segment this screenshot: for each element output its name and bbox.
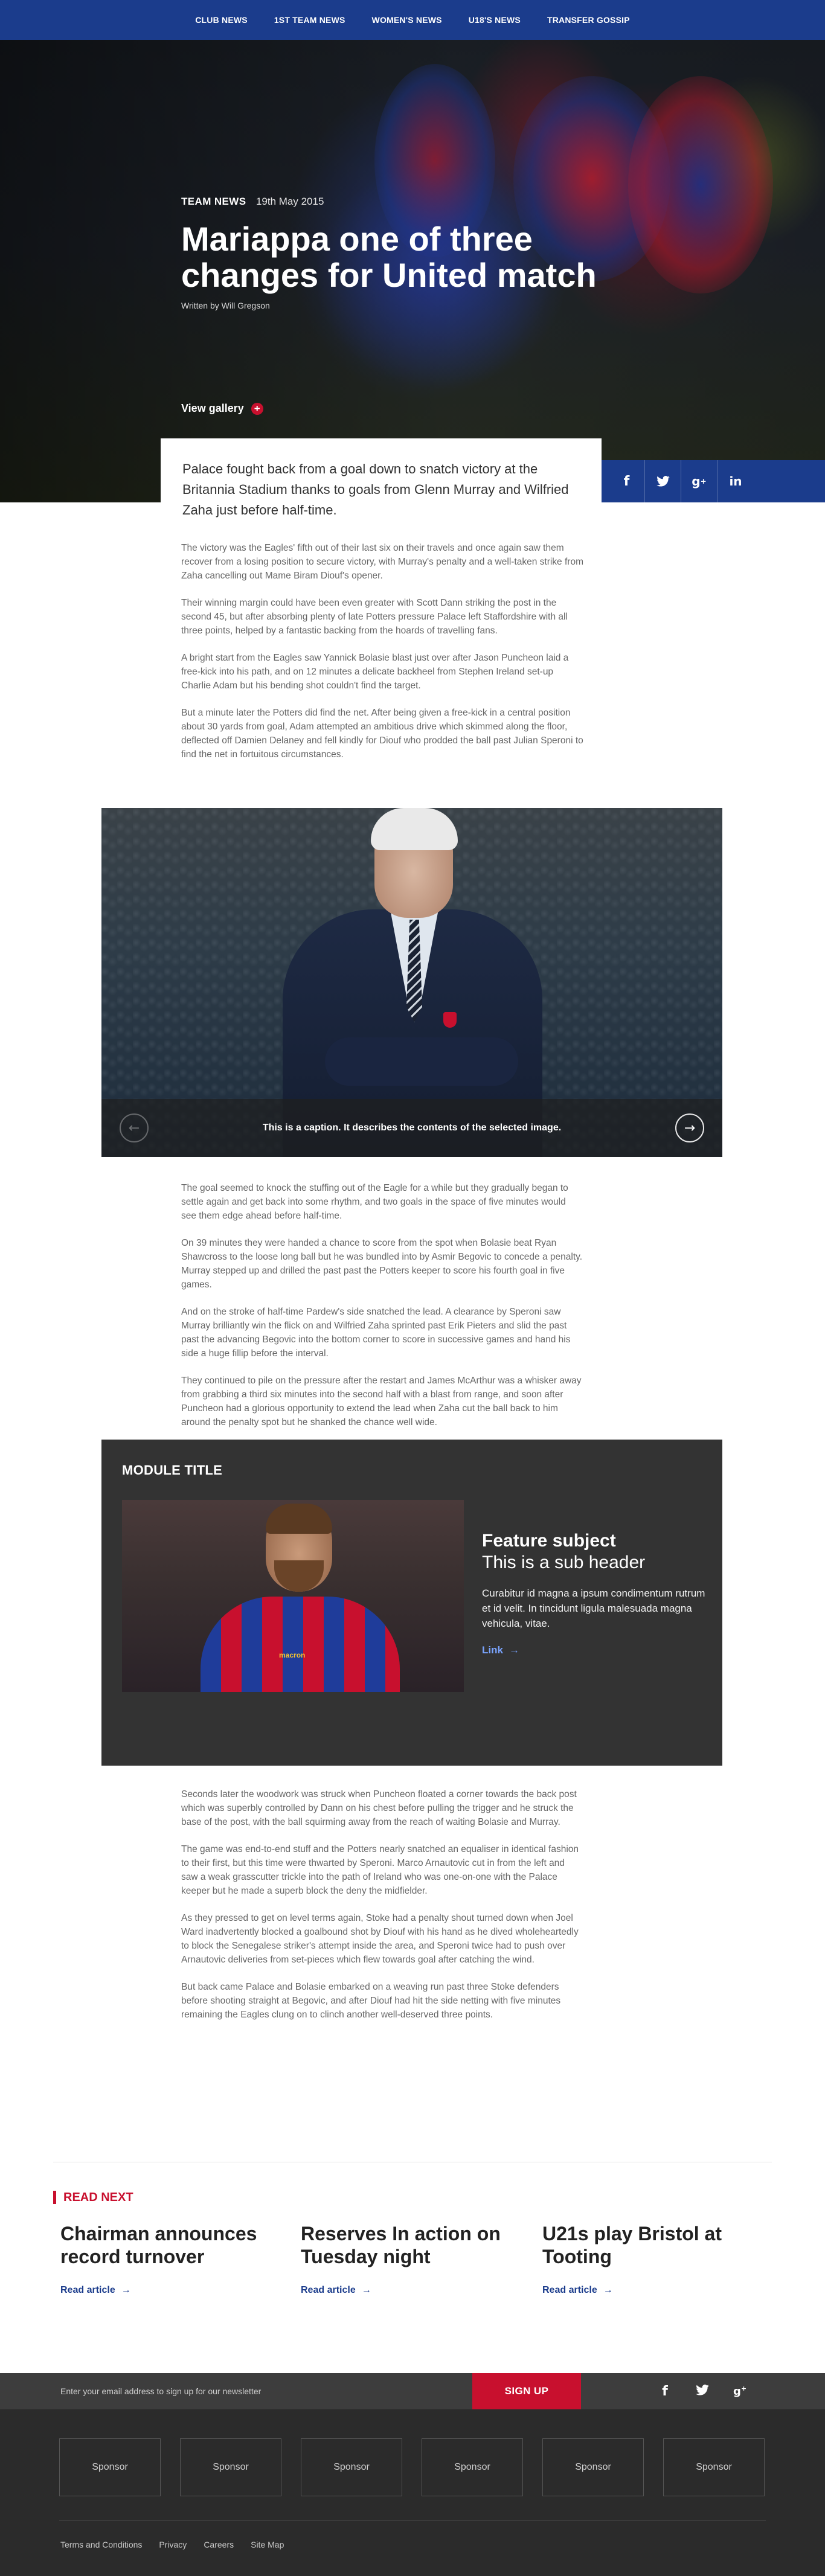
hero-banner: TEAM NEWS 19th May 2015 Mariappa one of …: [0, 40, 825, 502]
read-article-label: Read article: [301, 2285, 356, 2295]
module-title: MODULE TITLE: [122, 1463, 223, 1478]
newsletter-bar: SIGN UP f g+: [0, 2373, 825, 2409]
nav-item-u18s-news[interactable]: U18'S NEWS: [455, 15, 534, 25]
read-next-heading: READ NEXT: [53, 2191, 133, 2204]
read-article-link[interactable]: Read article →: [301, 2285, 518, 2296]
google-plus-icon[interactable]: g+: [721, 2385, 759, 2398]
hero-date: 19th May 2015: [255, 196, 324, 207]
read-next-title[interactable]: Reserves In action on Tuesday night: [301, 2222, 518, 2268]
manager-hair: [371, 808, 458, 850]
twitter-icon[interactable]: [684, 2384, 721, 2399]
arrow-right-icon: →: [121, 2285, 131, 2295]
sign-up-button[interactable]: SIGN UP: [472, 2373, 581, 2409]
read-next-title[interactable]: U21s play Bristol at Tooting: [542, 2222, 760, 2268]
body-paragraph: As they pressed to get on level terms ag…: [181, 1913, 579, 1965]
body-paragraph: A bright start from the Eagles saw Yanni…: [181, 653, 569, 691]
read-next-card: Reserves In action on Tuesday night Read…: [301, 2222, 518, 2296]
arrow-right-icon: →: [361, 2285, 371, 2295]
footer-link-privacy[interactable]: Privacy: [159, 2540, 187, 2549]
feature-link-label: Link: [482, 1644, 503, 1656]
arrow-left-icon[interactable]: ←: [120, 1113, 149, 1142]
view-gallery-button[interactable]: View gallery +: [181, 402, 263, 415]
sponsor-logo[interactable]: Sponsor: [663, 2438, 765, 2496]
arrow-right-icon: →: [509, 1644, 519, 1656]
article-body-b: The goal seemed to knock the stuffing ou…: [181, 1181, 583, 1443]
read-article-link[interactable]: Read article →: [60, 2285, 278, 2296]
facebook-icon[interactable]: f: [609, 460, 645, 502]
read-next-card: Chairman announces record turnover Read …: [60, 2222, 278, 2296]
sponsor-logo[interactable]: Sponsor: [301, 2438, 402, 2496]
read-article-label: Read article: [60, 2285, 115, 2295]
feature-text: Feature subject This is a sub header Cur…: [482, 1530, 705, 1656]
article-intro: Palace fought back from a goal down to s…: [161, 438, 602, 535]
player-kit: [201, 1597, 400, 1692]
hero-category-tag[interactable]: TEAM NEWS: [181, 196, 246, 207]
feature-image[interactable]: macron: [122, 1500, 464, 1692]
manager-arms: [325, 1037, 518, 1086]
read-article-link[interactable]: Read article →: [542, 2285, 760, 2296]
top-nav: CLUB NEWS 1ST TEAM NEWS WOMEN'S NEWS U18…: [0, 0, 825, 40]
hero-content: TEAM NEWS 19th May 2015 Mariappa one of …: [181, 196, 640, 310]
sponsor-logo[interactable]: Sponsor: [422, 2438, 523, 2496]
body-paragraph: Seconds later the woodwork was struck wh…: [181, 1789, 577, 1827]
newsletter-email-input[interactable]: [60, 2373, 471, 2409]
site-footer: Sponsor Sponsor Sponsor Sponsor Sponsor …: [0, 2409, 825, 2576]
hero-player-shape: [628, 76, 773, 293]
caption-bar: ← This is a caption. It describes the co…: [101, 1099, 722, 1157]
body-paragraph: But back came Palace and Bolasie embarke…: [181, 1982, 561, 2020]
article-body-c: Seconds later the woodwork was struck wh…: [181, 1787, 583, 2035]
nav-item-transfer-gossip[interactable]: TRANSFER GOSSIP: [534, 15, 643, 25]
sponsor-list: Sponsor Sponsor Sponsor Sponsor Sponsor …: [59, 2438, 765, 2496]
nav-item-womens-news[interactable]: WOMEN'S NEWS: [359, 15, 455, 25]
nav-item-1st-team-news[interactable]: 1ST TEAM NEWS: [261, 15, 359, 25]
sponsor-logo[interactable]: Sponsor: [542, 2438, 644, 2496]
view-gallery-label: View gallery: [181, 402, 244, 414]
player-hair: [266, 1504, 332, 1534]
twitter-icon[interactable]: [645, 460, 681, 502]
article-image-carousel: ← This is a caption. It describes the co…: [101, 808, 722, 1157]
feature-subject: Feature subject: [482, 1531, 616, 1551]
body-paragraph: But a minute later the Potters did find …: [181, 708, 583, 760]
body-paragraph: And on the stroke of half-time Pardew's …: [181, 1307, 571, 1359]
body-paragraph: The goal seemed to knock the stuffing ou…: [181, 1183, 568, 1221]
share-bar: f g + in: [602, 460, 825, 502]
plus-icon: +: [251, 402, 263, 415]
arrow-right-icon[interactable]: →: [675, 1113, 704, 1142]
sponsor-logo[interactable]: Sponsor: [59, 2438, 161, 2496]
feature-subheader: This is a sub header: [482, 1552, 646, 1572]
feature-link[interactable]: Link →: [482, 1644, 705, 1656]
arrow-right-icon: →: [603, 2285, 613, 2295]
club-badge: [443, 1012, 457, 1028]
kit-sponsor-logo: macron: [279, 1651, 306, 1659]
linkedin-icon[interactable]: in: [717, 460, 754, 502]
image-caption: This is a caption. It describes the cont…: [262, 1123, 562, 1133]
body-paragraph: The game was end-to-end stuff and the Po…: [181, 1844, 579, 1896]
read-next-card: U21s play Bristol at Tooting Read articl…: [542, 2222, 760, 2296]
nav-item-club-news[interactable]: CLUB NEWS: [182, 15, 261, 25]
body-paragraph: The victory was the Eagles' fifth out of…: [181, 543, 583, 581]
footer-link-careers[interactable]: Careers: [204, 2540, 234, 2549]
feature-body: Curabitur id magna a ipsum condimentum r…: [482, 1588, 705, 1629]
body-paragraph: On 39 minutes they were handed a chance …: [181, 1238, 583, 1290]
page-title: Mariappa one of three changes for United…: [181, 220, 597, 294]
read-article-label: Read article: [542, 2285, 597, 2295]
facebook-icon[interactable]: f: [646, 2384, 684, 2399]
footer-link-site-map[interactable]: Site Map: [251, 2540, 284, 2549]
sponsor-logo[interactable]: Sponsor: [180, 2438, 281, 2496]
feature-module: MODULE TITLE macron Feature subject This…: [101, 1440, 722, 1766]
hero-byline: Written by Will Gregson: [181, 301, 270, 310]
body-paragraph: They continued to pile on the pressure a…: [181, 1376, 582, 1427]
footer-link-terms[interactable]: Terms and Conditions: [60, 2540, 142, 2549]
body-paragraph: Their winning margin could have been eve…: [181, 598, 568, 636]
google-plus-icon[interactable]: g+: [681, 460, 717, 502]
read-next-title[interactable]: Chairman announces record turnover: [60, 2222, 278, 2268]
footer-divider: [59, 2520, 766, 2521]
intro-paragraph: Palace fought back from a goal down to s…: [182, 461, 569, 517]
footer-links: Terms and Conditions Privacy Careers Sit…: [60, 2540, 284, 2549]
footer-social-links: f g+: [646, 2373, 759, 2409]
article-body-a: The victory was the Eagles' fifth out of…: [181, 541, 583, 775]
